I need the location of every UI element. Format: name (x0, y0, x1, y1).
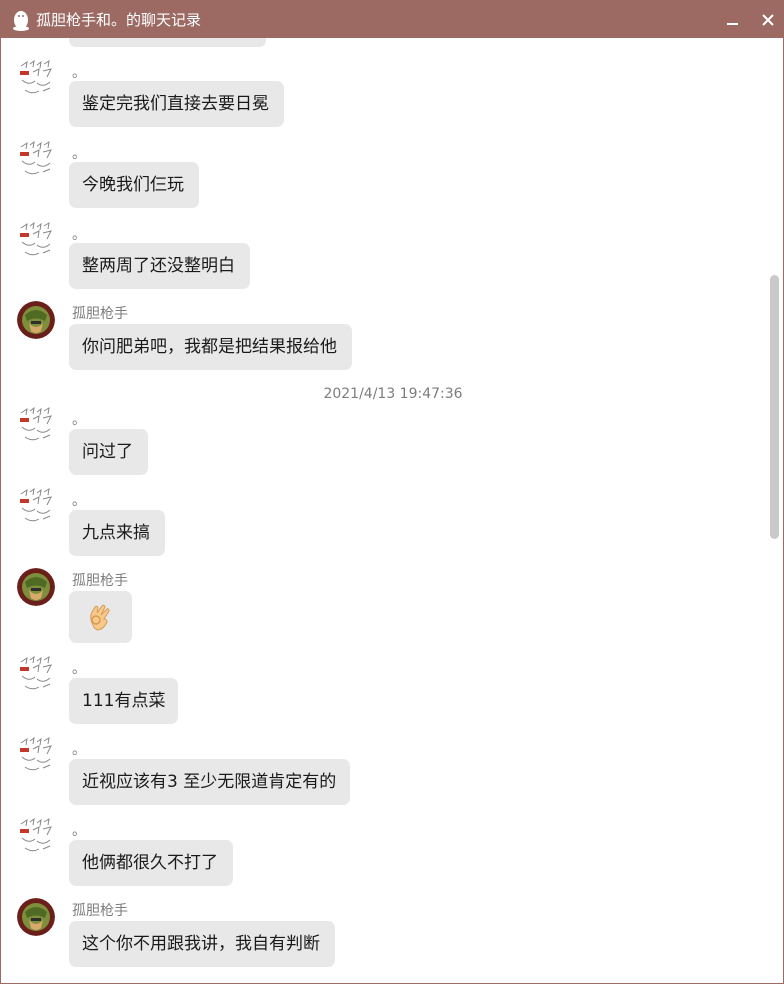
penguin-icon (13, 11, 29, 31)
sender-name: 。 (72, 823, 86, 839)
sketch-avatar[interactable] (17, 222, 55, 260)
ok-hand-emoji (90, 604, 110, 631)
sender-name: 。 (72, 661, 86, 677)
sketch-avatar[interactable] (17, 818, 55, 856)
sender-name: 孤胆枪手 (72, 573, 128, 589)
message-bubble[interactable]: 整两周了还没整明白 (69, 243, 250, 289)
soldier-avatar[interactable] (17, 898, 55, 936)
sender-name: 。 (72, 742, 86, 758)
minimize-icon (727, 23, 738, 25)
message-bubble[interactable]: 今晚我们仨玩 (69, 162, 199, 208)
sender-name: 。 (72, 227, 86, 243)
message-list[interactable]: 。 鉴定完我们直接去要日冕 。 今晚我们仨玩 。 整两周了还没整明白 孤胆枪手 … (1, 38, 767, 983)
window-title: 孤胆枪手和。的聊天记录 (36, 11, 202, 29)
message-bubble[interactable]: 近视应该有3 至少无限道肯定有的 (69, 759, 350, 805)
soldier-avatar[interactable] (17, 568, 55, 606)
message-bubble[interactable] (69, 591, 132, 643)
sender-name: 。 (72, 65, 86, 81)
sender-name: 。 (72, 493, 86, 509)
minimize-button[interactable] (718, 5, 748, 35)
sender-name: 孤胆枪手 (72, 306, 128, 322)
scrollbar-thumb[interactable] (770, 275, 779, 539)
sender-name: 。 (72, 412, 86, 428)
sketch-avatar[interactable] (17, 407, 55, 445)
sketch-avatar[interactable] (17, 60, 55, 98)
message-bubble[interactable]: 你问肥弟吧，我都是把结果报给他 (69, 324, 352, 370)
sender-name: 。 (72, 146, 86, 162)
close-button[interactable] (753, 5, 783, 35)
message-bubble-partial[interactable] (69, 38, 266, 47)
message-bubble[interactable]: 九点来搞 (69, 510, 165, 556)
message-bubble[interactable]: 他俩都很久不打了 (69, 840, 233, 886)
sketch-avatar[interactable] (17, 656, 55, 694)
message-bubble[interactable]: 111有点菜 (69, 678, 178, 724)
message-bubble[interactable]: 问过了 (69, 429, 148, 475)
sketch-avatar[interactable] (17, 488, 55, 526)
message-bubble[interactable]: 鉴定完我们直接去要日冕 (69, 81, 284, 127)
message-timestamp: 2021/4/13 19:47:36 (323, 386, 463, 402)
soldier-avatar[interactable] (17, 301, 55, 339)
close-icon (762, 14, 774, 26)
sender-name: 孤胆枪手 (72, 903, 128, 919)
title-bar[interactable]: 孤胆枪手和。的聊天记录 (1, 1, 783, 38)
sketch-avatar[interactable] (17, 737, 55, 775)
chat-history-window: 孤胆枪手和。的聊天记录 。 鉴定完我们直接去要日冕 。 今晚我们仨玩 。 整两周… (0, 0, 784, 984)
sketch-avatar[interactable] (17, 141, 55, 179)
message-bubble[interactable]: 这个你不用跟我讲，我自有判断 (69, 921, 335, 967)
